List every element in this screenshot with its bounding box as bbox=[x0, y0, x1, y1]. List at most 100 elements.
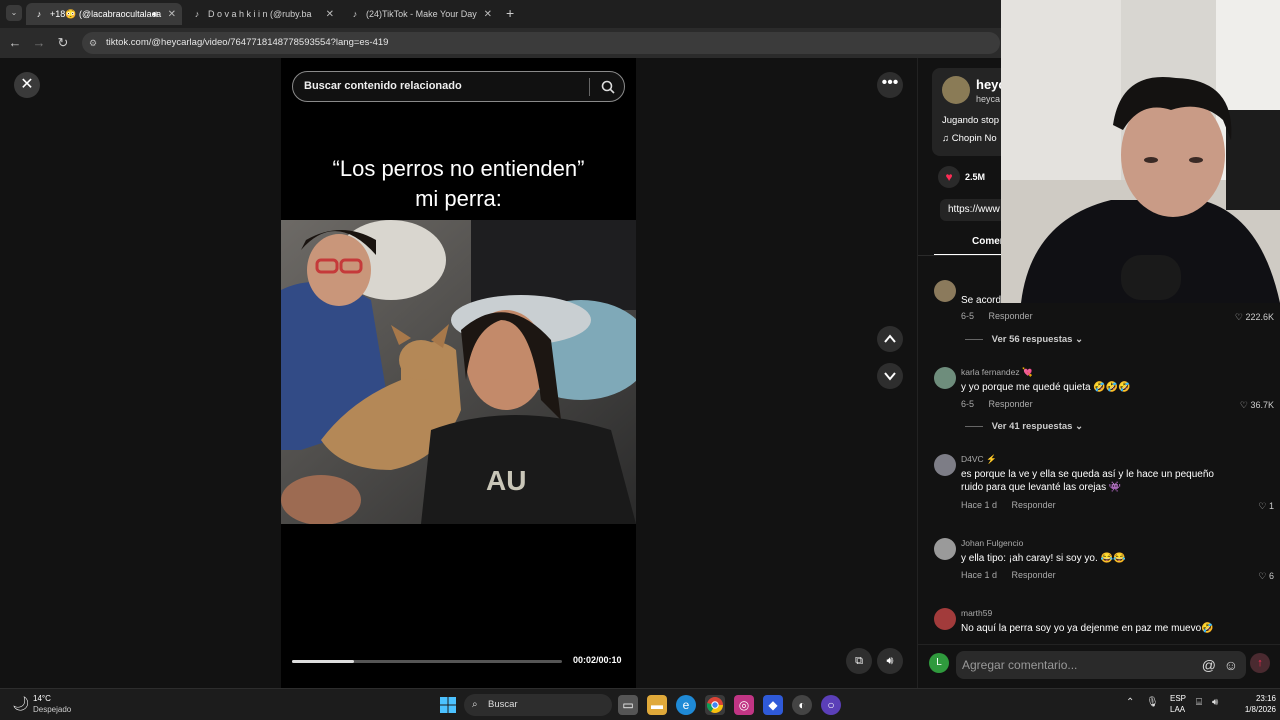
comment-like-count: 1 bbox=[1268, 501, 1274, 511]
comment-username[interactable]: D4VC ⚡ bbox=[961, 454, 997, 465]
comment-username[interactable]: karla fernandez 💘 bbox=[961, 367, 1033, 378]
language-code[interactable]: ESP bbox=[1170, 694, 1186, 703]
heart-outline-icon: ♡ bbox=[1258, 501, 1269, 511]
webcam-overlay: 0 bbox=[1001, 0, 1280, 303]
app-icon[interactable]: ◆ bbox=[763, 695, 783, 715]
avatar[interactable] bbox=[934, 538, 956, 560]
comment-meta: Hace 1 d Responder bbox=[961, 500, 1068, 510]
search-icon[interactable] bbox=[601, 72, 615, 104]
site-info-icon[interactable]: ⚙ bbox=[89, 32, 97, 54]
task-view-icon[interactable]: ▭ bbox=[618, 695, 638, 715]
comment-text: y ella tipo: ¡ah caray! si soy yo. 😂😂 bbox=[961, 553, 1126, 564]
windows-start-icon[interactable] bbox=[438, 695, 458, 715]
next-video-chevron-down-icon[interactable] bbox=[877, 363, 903, 389]
avatar[interactable] bbox=[934, 367, 956, 389]
like-heart-icon[interactable]: ♥ bbox=[938, 166, 960, 188]
tab-list-chevron-icon[interactable]: ⌄ bbox=[6, 5, 22, 21]
more-options-icon[interactable]: ••• bbox=[877, 72, 903, 98]
comment-like-button[interactable]: ♡ 1 bbox=[1258, 501, 1274, 512]
edge-icon[interactable]: e bbox=[676, 695, 696, 715]
reload-icon[interactable]: ↻ bbox=[55, 35, 71, 51]
reply-button[interactable]: Responder bbox=[1012, 570, 1056, 580]
avatar[interactable] bbox=[934, 608, 956, 630]
tab-3[interactable]: ♪ (24)TikTok - Make Your Day ✕ bbox=[342, 3, 498, 25]
chrome-icon[interactable] bbox=[705, 695, 725, 715]
network-icon[interactable]: ⌸ bbox=[1196, 697, 1202, 708]
tab-3-label: (24)TikTok - Make Your Day bbox=[366, 9, 477, 19]
close-tab-icon[interactable]: ✕ bbox=[326, 9, 334, 20]
video-player[interactable]: Buscar contenido relacionado “Los perros… bbox=[281, 58, 636, 688]
clock-time[interactable]: 23:16 bbox=[1240, 694, 1276, 703]
comment-username[interactable]: marth59 bbox=[961, 608, 992, 618]
tab-1[interactable]: ♪ +18😳 (@lacabraocultalaca 🔊︎ ✕ bbox=[26, 3, 182, 25]
speaker-icon[interactable]: 🔊︎ bbox=[1212, 697, 1218, 708]
previous-video-chevron-up-icon[interactable] bbox=[877, 326, 903, 352]
floating-player-icon[interactable]: ⧉ bbox=[846, 648, 872, 674]
related-search-input[interactable]: Buscar contenido relacionado bbox=[292, 71, 625, 102]
avatar[interactable] bbox=[934, 454, 956, 476]
comment-like-button[interactable]: ♡ 6 bbox=[1258, 571, 1274, 582]
view-replies-label: Ver 56 respuestas bbox=[991, 334, 1073, 345]
volume-icon[interactable]: 🔊︎ bbox=[877, 648, 903, 674]
svg-text:AU: AU bbox=[486, 465, 526, 496]
microphone-icon[interactable]: 🎙︎ bbox=[1146, 697, 1159, 708]
reply-button[interactable]: Responder bbox=[989, 311, 1033, 321]
search-icon: ⌕ bbox=[472, 699, 478, 710]
comment-like-button[interactable]: ♡ 222.6K bbox=[1235, 312, 1274, 323]
emoji-icon[interactable]: ☺ bbox=[1224, 651, 1238, 679]
tiktok-icon: ♪ bbox=[352, 9, 358, 19]
taskbar-search-label: Buscar bbox=[488, 699, 518, 710]
back-arrow-icon[interactable]: ← bbox=[7, 35, 23, 51]
comment-date: 6-5 bbox=[961, 399, 975, 409]
windows-taskbar: 🌙︎ 14°C Despejado ⌕ Buscar ▭ ▬ e ◎ ◆ ◐ ○… bbox=[0, 688, 1280, 720]
video-description: Jugando stop bbox=[942, 115, 1000, 126]
comment-date: 6-5 bbox=[961, 311, 975, 321]
tab-2[interactable]: ♪ D o v a h k i i n (@ruby.ba ✕ bbox=[184, 3, 340, 25]
comment-like-count: 36.7K bbox=[1250, 400, 1274, 410]
post-comment-arrow-icon[interactable]: ↑ bbox=[1250, 653, 1270, 673]
view-replies-button[interactable]: Ver 56 respuestas ⌄ bbox=[965, 334, 1083, 345]
close-viewer-button[interactable]: ✕ bbox=[14, 72, 40, 98]
close-tab-icon[interactable]: ✕ bbox=[168, 9, 176, 20]
reply-button[interactable]: Responder bbox=[1012, 500, 1056, 510]
comment-like-count: 222.6K bbox=[1245, 312, 1274, 322]
weather-temp[interactable]: 14°C bbox=[33, 694, 51, 703]
tab-1-label: +18😳 (@lacabraocultalaca bbox=[50, 8, 162, 19]
video-viewer: ✕ Buscar contenido relacionado “Los perr… bbox=[0, 58, 917, 688]
instagram-icon[interactable]: ◎ bbox=[734, 695, 754, 715]
music-row[interactable]: ♫ Chopin No bbox=[942, 133, 997, 144]
comment-username[interactable]: Johan Fulgencio bbox=[961, 538, 1023, 548]
url-text: tiktok.com/@heycarlag/video/764771814877… bbox=[106, 37, 389, 48]
close-tab-icon[interactable]: ✕ bbox=[484, 9, 492, 20]
comment-input[interactable]: Agregar comentario... @ ☺ bbox=[956, 651, 1246, 679]
reply-button[interactable]: Responder bbox=[989, 399, 1033, 409]
file-explorer-icon[interactable]: ▬ bbox=[647, 695, 667, 715]
heart-outline-icon: ♡ bbox=[1239, 400, 1251, 410]
share-link-field[interactable]: https://www bbox=[940, 199, 1010, 221]
music-note-icon: ♫ bbox=[942, 133, 952, 144]
video-progress-bar[interactable] bbox=[292, 660, 562, 663]
new-tab-button[interactable]: + bbox=[506, 5, 514, 21]
moon-weather-icon[interactable]: 🌙︎ bbox=[12, 695, 30, 712]
comment-meta: Hace 1 d Responder bbox=[961, 570, 1068, 580]
heart-outline-icon: ♡ bbox=[1258, 571, 1269, 581]
speaker-icon: 🔊︎ bbox=[152, 8, 158, 19]
forward-arrow-icon[interactable]: → bbox=[31, 35, 47, 51]
app-circle-icon[interactable]: ○ bbox=[821, 695, 841, 715]
chevron-up-icon[interactable]: ⌃ bbox=[1126, 697, 1134, 708]
avatar[interactable] bbox=[934, 280, 956, 302]
author-avatar[interactable] bbox=[942, 76, 970, 104]
video-caption-line-1: “Los perros no entienden” bbox=[332, 156, 585, 181]
view-replies-button[interactable]: Ver 41 respuestas ⌄ bbox=[965, 421, 1083, 432]
composer-avatar: L bbox=[929, 653, 949, 673]
url-field[interactable]: ⚙ tiktok.com/@heycarlag/video/7647718148… bbox=[82, 32, 1000, 54]
video-frame-image: AU bbox=[281, 220, 636, 524]
taskbar-search-box[interactable]: ⌕ Buscar bbox=[464, 694, 612, 716]
obs-icon[interactable]: ◐ bbox=[792, 695, 812, 715]
video-time: 00:02/00:10 bbox=[573, 655, 622, 665]
comment-like-button[interactable]: ♡ 36.7K bbox=[1240, 400, 1274, 411]
mention-icon[interactable]: @ bbox=[1202, 651, 1216, 679]
music-title: Chopin No bbox=[951, 133, 997, 144]
comment-meta: 6-5 Responder bbox=[961, 399, 1045, 409]
comment-meta: 6-5 Responder bbox=[961, 311, 1045, 321]
